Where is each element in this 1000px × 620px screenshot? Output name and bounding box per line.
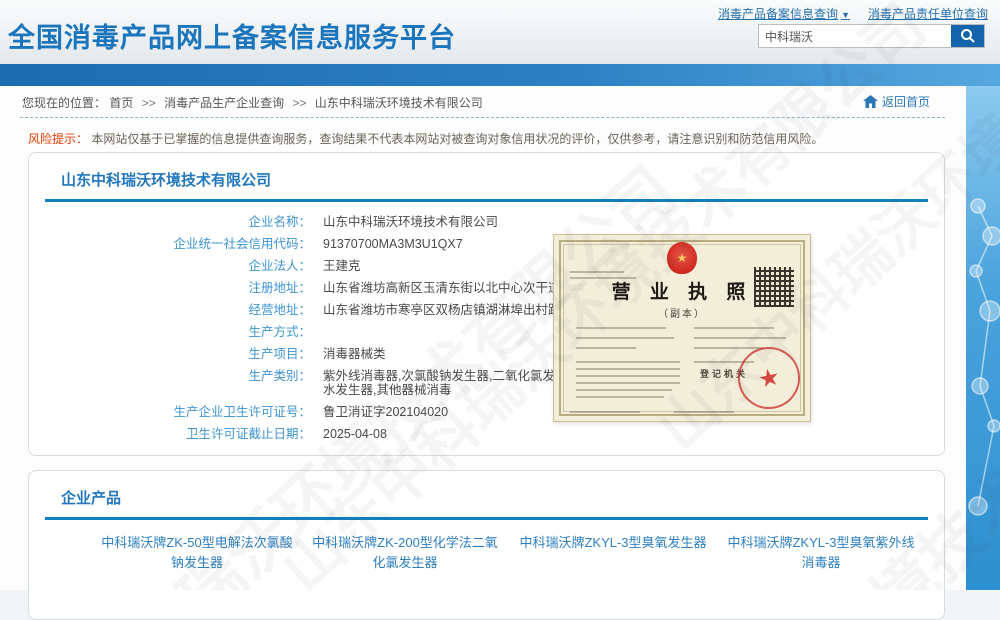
products-panel: 企业产品 中科瑞沃牌ZK-50型电解法次氯酸钠发生器 中科瑞沃牌ZK-200型化…	[28, 470, 945, 620]
search-icon	[960, 28, 976, 44]
back-home-link[interactable]: 返回首页	[863, 93, 930, 110]
chevron-down-icon: ▼	[841, 10, 850, 20]
search-bar	[758, 24, 985, 48]
breadcrumb-prefix: 您现在的位置：	[22, 96, 106, 110]
field-label: 生产类别：	[29, 369, 311, 397]
product-link[interactable]: 中科瑞沃牌ZK-200型化学法二氧化氯发生器	[309, 533, 501, 573]
field-label: 经营地址：	[29, 303, 311, 317]
license-subtitle: （副本）	[554, 305, 810, 320]
field-label: 生产方式：	[29, 325, 311, 339]
field-label: 卫生许可证截止日期：	[29, 427, 311, 441]
back-home-label: 返回首页	[882, 93, 930, 110]
nav-filing-info-query[interactable]: 消毒产品备案信息查询▼	[718, 5, 850, 22]
breadcrumb: 您现在的位置： 首页 >> 消毒产品生产企业查询 >> 山东中科瑞沃环境技术有限…	[22, 94, 483, 111]
field-label: 生产项目：	[29, 347, 311, 361]
product-link[interactable]: 中科瑞沃牌ZK-50型电解法次氯酸钠发生器	[101, 533, 293, 573]
field-value: 2025-04-08	[323, 427, 695, 441]
breadcrumb-separator: >>	[142, 96, 156, 110]
field-label: 企业统一社会信用代码：	[29, 237, 311, 251]
breadcrumb-company: 山东中科瑞沃环境技术有限公司	[315, 96, 483, 110]
breadcrumb-separator: >>	[292, 96, 306, 110]
risk-notice-text: 本网站仅基于已掌握的信息提供查询服务，查询结果不代表本网站对被查询对象信用状况的…	[91, 132, 823, 146]
page-header: 全国消毒产品网上备案信息服务平台 消毒产品备案信息查询▼ 消毒产品责任单位查询	[0, 0, 1000, 64]
top-nav: 消毒产品备案信息查询▼ 消毒产品责任单位查询	[718, 5, 988, 22]
business-license-image: ★ 营 业 执 照 （副本） 登记机关 ★	[553, 234, 811, 422]
product-list: 中科瑞沃牌ZK-50型电解法次氯酸钠发生器 中科瑞沃牌ZK-200型化学法二氧化…	[101, 533, 917, 573]
qr-code-icon	[754, 267, 794, 307]
nav-responsible-unit-query[interactable]: 消毒产品责任单位查询	[868, 5, 988, 22]
field-row: 卫生许可证截止日期： 2025-04-08	[29, 427, 729, 441]
company-title: 山东中科瑞沃环境技术有限公司	[61, 169, 271, 190]
product-link[interactable]: 中科瑞沃牌ZKYL-3型臭氧发生器	[517, 533, 709, 573]
risk-notice: 风险提示： 本网站仅基于已掌握的信息提供查询服务，查询结果不代表本网站对被查询对…	[28, 130, 823, 147]
panel-rule	[45, 517, 928, 520]
search-input[interactable]	[759, 25, 951, 47]
header-divider-band	[0, 64, 1000, 86]
field-value: 山东中科瑞沃环境技术有限公司	[323, 215, 695, 229]
company-info-panel: 山东中科瑞沃环境技术有限公司 企业名称： 山东中科瑞沃环境技术有限公司 企业统一社…	[28, 152, 945, 456]
breadcrumb-enterprise-query[interactable]: 消毒产品生产企业查询	[164, 96, 284, 110]
site-title: 全国消毒产品网上备案信息服务平台	[8, 16, 456, 55]
breadcrumb-home[interactable]: 首页	[109, 96, 133, 110]
dashed-divider	[20, 117, 945, 118]
risk-notice-label: 风险提示：	[28, 132, 88, 146]
national-emblem-icon: ★	[667, 242, 697, 274]
home-icon	[863, 95, 878, 108]
right-decor-strip	[966, 86, 1000, 590]
field-label: 企业法人：	[29, 259, 311, 273]
field-label: 注册地址：	[29, 281, 311, 295]
panel-rule	[45, 199, 928, 202]
search-button[interactable]	[951, 25, 984, 47]
field-label: 生产企业卫生许可证号：	[29, 405, 311, 419]
molecule-icon	[966, 86, 1000, 590]
products-title: 企业产品	[61, 487, 121, 508]
product-link[interactable]: 中科瑞沃牌ZKYL-3型臭氧紫外线消毒器	[725, 533, 917, 573]
field-row: 企业名称： 山东中科瑞沃环境技术有限公司	[29, 215, 729, 229]
field-label: 企业名称：	[29, 215, 311, 229]
